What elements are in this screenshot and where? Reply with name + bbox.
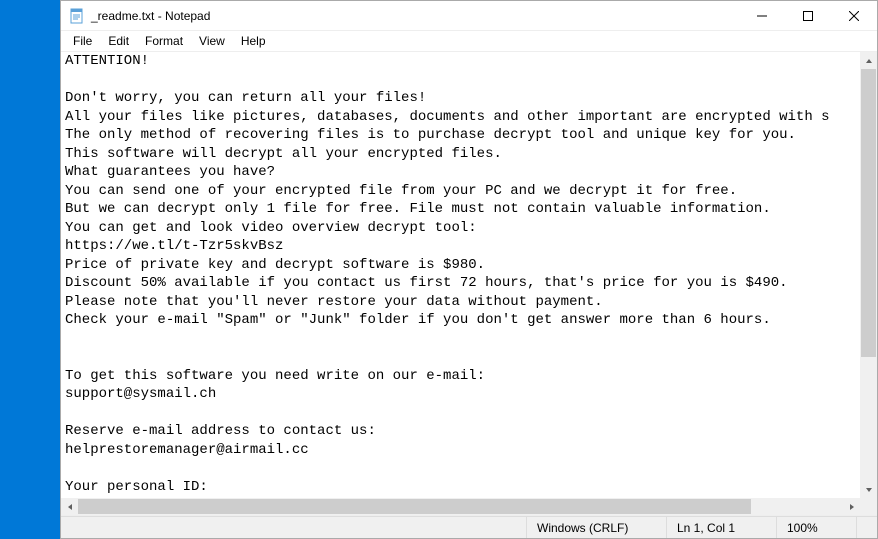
scroll-right-button[interactable] (843, 498, 860, 515)
menu-file[interactable]: File (65, 32, 100, 50)
scroll-left-button[interactable] (61, 498, 78, 515)
vertical-scroll-track[interactable] (860, 69, 877, 481)
menu-edit[interactable]: Edit (100, 32, 137, 50)
close-button[interactable] (831, 1, 877, 30)
scrollbar-corner (860, 498, 877, 515)
horizontal-scroll-track[interactable] (78, 498, 843, 515)
statusbar: Windows (CRLF) Ln 1, Col 1 100% (61, 516, 877, 538)
status-pad (856, 517, 877, 538)
scroll-down-button[interactable] (860, 481, 877, 498)
menu-view[interactable]: View (191, 32, 233, 50)
maximize-button[interactable] (785, 1, 831, 30)
vertical-scroll-thumb[interactable] (861, 69, 876, 357)
status-position: Ln 1, Col 1 (666, 517, 776, 538)
window-controls (739, 1, 877, 30)
text-area[interactable]: ATTENTION! Don't worry, you can return a… (63, 52, 861, 497)
horizontal-scroll-thumb[interactable] (78, 499, 751, 514)
status-zoom: 100% (776, 517, 856, 538)
menu-format[interactable]: Format (137, 32, 191, 50)
status-encoding: Windows (CRLF) (526, 517, 666, 538)
menu-help[interactable]: Help (233, 32, 274, 50)
horizontal-scrollbar[interactable] (61, 498, 860, 515)
minimize-button[interactable] (739, 1, 785, 30)
scroll-up-button[interactable] (860, 52, 877, 69)
menubar: File Edit Format View Help (61, 31, 877, 51)
vertical-scrollbar[interactable] (860, 52, 877, 498)
notepad-window: _readme.txt - Notepad File Edit Format V… (60, 0, 878, 539)
window-title: _readme.txt - Notepad (91, 9, 210, 23)
text-area-container: ATTENTION! Don't worry, you can return a… (61, 51, 877, 516)
status-empty (61, 517, 526, 538)
titlebar[interactable]: _readme.txt - Notepad (61, 1, 877, 31)
notepad-icon (69, 8, 85, 24)
